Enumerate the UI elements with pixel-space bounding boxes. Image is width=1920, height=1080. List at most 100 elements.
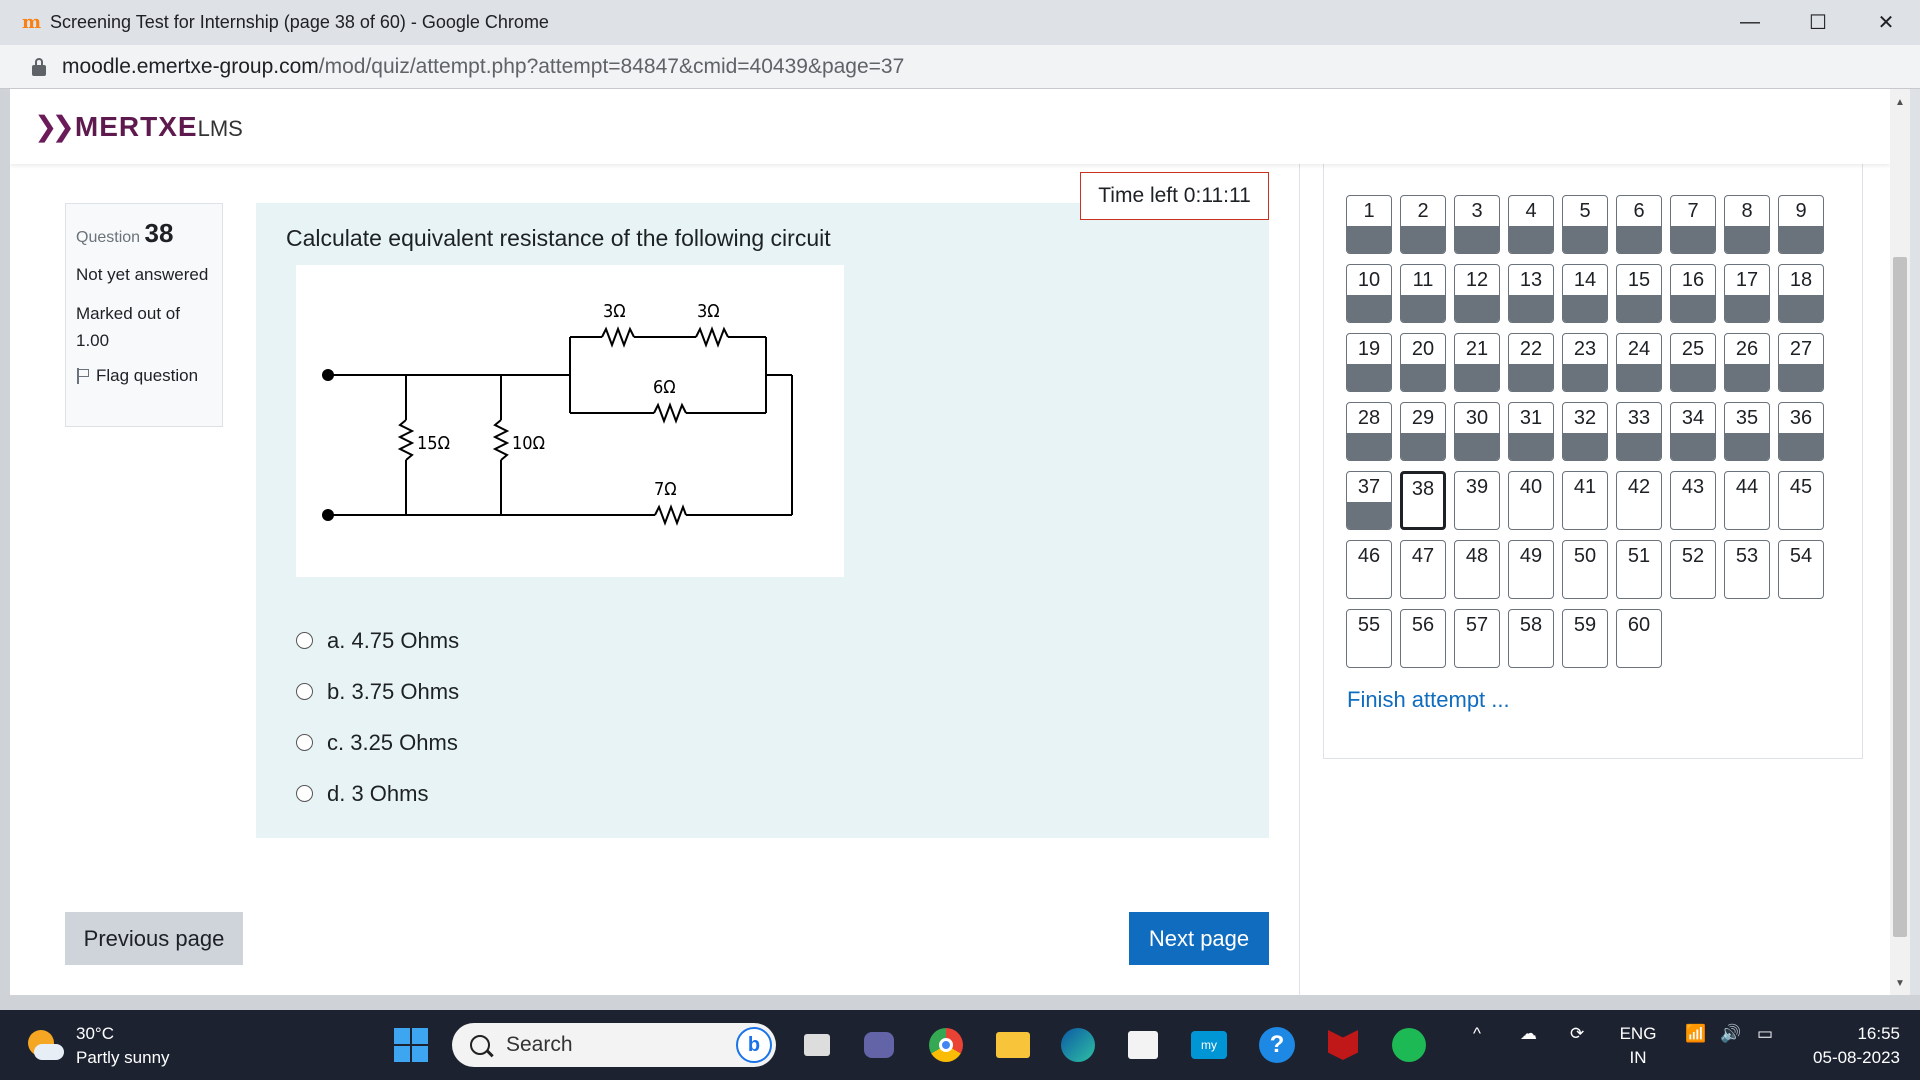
answer-option-d[interactable]: d. 3 Ohms bbox=[296, 768, 459, 819]
answer-option-b[interactable]: b. 3.75 Ohms bbox=[296, 666, 459, 717]
show-hidden-icons-chevron-icon[interactable]: ^ bbox=[1473, 1024, 1481, 1044]
quiz-nav-button[interactable]: 15 bbox=[1616, 264, 1662, 323]
quiz-nav-button[interactable]: 44 bbox=[1724, 471, 1770, 530]
quiz-nav-button[interactable]: 53 bbox=[1724, 540, 1770, 599]
quiz-nav-button[interactable]: 16 bbox=[1670, 264, 1716, 323]
file-explorer-icon[interactable] bbox=[992, 1024, 1034, 1066]
quiz-nav-button[interactable]: 29 bbox=[1400, 402, 1446, 461]
quiz-nav-button[interactable]: 23 bbox=[1562, 333, 1608, 392]
quiz-nav-button[interactable]: 58 bbox=[1508, 609, 1554, 668]
quiz-nav-button[interactable]: 38 bbox=[1400, 471, 1446, 530]
quiz-nav-button[interactable]: 19 bbox=[1346, 333, 1392, 392]
start-button[interactable] bbox=[390, 1024, 432, 1066]
weather-widget[interactable]: 30°C Partly sunny bbox=[26, 1022, 170, 1070]
address-bar[interactable]: moodle.emertxe-group.com/mod/quiz/attemp… bbox=[0, 45, 1920, 89]
wifi-icon[interactable]: 📶 bbox=[1685, 1024, 1706, 1044]
quiz-nav-button[interactable]: 57 bbox=[1454, 609, 1500, 668]
quiz-nav-button[interactable]: 47 bbox=[1400, 540, 1446, 599]
previous-page-button[interactable]: Previous page bbox=[65, 912, 243, 965]
onedrive-cloud-icon[interactable]: ☁ bbox=[1520, 1024, 1537, 1044]
quiz-nav-button[interactable]: 33 bbox=[1616, 402, 1662, 461]
answer-option-c[interactable]: c. 3.25 Ohms bbox=[296, 717, 459, 768]
quiz-nav-button[interactable]: 2 bbox=[1400, 195, 1446, 254]
volume-icon[interactable]: 🔊 bbox=[1720, 1024, 1741, 1044]
quiz-nav-button[interactable]: 50 bbox=[1562, 540, 1608, 599]
lock-icon[interactable] bbox=[32, 57, 46, 76]
quiz-nav-button[interactable]: 13 bbox=[1508, 264, 1554, 323]
task-view-icon[interactable] bbox=[796, 1024, 838, 1066]
radio-d[interactable] bbox=[296, 785, 313, 802]
quiz-nav-button[interactable]: 55 bbox=[1346, 609, 1392, 668]
quiz-nav-button[interactable]: 43 bbox=[1670, 471, 1716, 530]
quiz-nav-button[interactable]: 17 bbox=[1724, 264, 1770, 323]
quiz-nav-button[interactable]: 49 bbox=[1508, 540, 1554, 599]
quiz-nav-button[interactable]: 45 bbox=[1778, 471, 1824, 530]
quiz-nav-button[interactable]: 18 bbox=[1778, 264, 1824, 323]
quiz-nav-button[interactable]: 3 bbox=[1454, 195, 1500, 254]
quiz-nav-button[interactable]: 22 bbox=[1508, 333, 1554, 392]
quiz-nav-button[interactable]: 20 bbox=[1400, 333, 1446, 392]
minimize-button[interactable]: — bbox=[1716, 0, 1784, 45]
quiz-nav-button[interactable]: 52 bbox=[1670, 540, 1716, 599]
next-page-button[interactable]: Next page bbox=[1129, 912, 1269, 965]
language-indicator[interactable]: ENG IN bbox=[1618, 1022, 1658, 1070]
teams-chat-icon[interactable] bbox=[858, 1024, 900, 1066]
quiz-nav-button[interactable]: 8 bbox=[1724, 195, 1770, 254]
quiz-nav-button[interactable]: 54 bbox=[1778, 540, 1824, 599]
quiz-nav-button[interactable]: 27 bbox=[1778, 333, 1824, 392]
bing-icon[interactable]: b bbox=[736, 1027, 772, 1063]
quiz-nav-button[interactable]: 39 bbox=[1454, 471, 1500, 530]
microsoft-store-icon[interactable] bbox=[1122, 1024, 1164, 1066]
sync-icon[interactable]: ⟳ bbox=[1570, 1024, 1584, 1044]
quiz-nav-button[interactable]: 36 bbox=[1778, 402, 1824, 461]
system-clock[interactable]: 16:55 05-08-2023 bbox=[1790, 1022, 1900, 1070]
quiz-nav-button[interactable]: 24 bbox=[1616, 333, 1662, 392]
quiz-nav-button[interactable]: 14 bbox=[1562, 264, 1608, 323]
quiz-nav-button[interactable]: 4 bbox=[1508, 195, 1554, 254]
radio-b[interactable] bbox=[296, 683, 313, 700]
battery-icon[interactable]: ▭ bbox=[1757, 1024, 1773, 1044]
close-button[interactable]: ✕ bbox=[1852, 0, 1920, 45]
quiz-nav-button[interactable]: 6 bbox=[1616, 195, 1662, 254]
finish-attempt-link[interactable]: Finish attempt ... bbox=[1347, 687, 1510, 713]
quiz-nav-button[interactable]: 40 bbox=[1508, 471, 1554, 530]
quiz-nav-button[interactable]: 12 bbox=[1454, 264, 1500, 323]
radio-a[interactable] bbox=[296, 632, 313, 649]
quiz-nav-button[interactable]: 42 bbox=[1616, 471, 1662, 530]
quiz-nav-button[interactable]: 31 bbox=[1508, 402, 1554, 461]
url-text[interactable]: moodle.emertxe-group.com/mod/quiz/attemp… bbox=[62, 55, 904, 79]
answer-option-a[interactable]: a. 4.75 Ohms bbox=[296, 615, 459, 666]
quiz-nav-button[interactable]: 21 bbox=[1454, 333, 1500, 392]
taskbar-search[interactable]: Search b bbox=[452, 1023, 776, 1067]
quiz-nav-button[interactable]: 37 bbox=[1346, 471, 1392, 530]
quiz-nav-button[interactable]: 25 bbox=[1670, 333, 1716, 392]
quiz-nav-button[interactable]: 35 bbox=[1724, 402, 1770, 461]
quiz-nav-button[interactable]: 9 bbox=[1778, 195, 1824, 254]
radio-c[interactable] bbox=[296, 734, 313, 751]
quiz-nav-button[interactable]: 5 bbox=[1562, 195, 1608, 254]
quiz-nav-button[interactable]: 51 bbox=[1616, 540, 1662, 599]
quiz-nav-button[interactable]: 46 bbox=[1346, 540, 1392, 599]
quiz-nav-button[interactable]: 11 bbox=[1400, 264, 1446, 323]
flag-question-button[interactable]: Flag question bbox=[76, 366, 212, 386]
help-icon[interactable]: ? bbox=[1256, 1024, 1298, 1066]
scroll-up-icon[interactable]: ▲ bbox=[1895, 97, 1905, 108]
quiz-nav-button[interactable]: 34 bbox=[1670, 402, 1716, 461]
quiz-nav-button[interactable]: 32 bbox=[1562, 402, 1608, 461]
chrome-icon[interactable] bbox=[925, 1024, 967, 1066]
quiz-nav-button[interactable]: 7 bbox=[1670, 195, 1716, 254]
quiz-nav-button[interactable]: 26 bbox=[1724, 333, 1770, 392]
quiz-nav-button[interactable]: 28 bbox=[1346, 402, 1392, 461]
quiz-nav-button[interactable]: 48 bbox=[1454, 540, 1500, 599]
scrollbar-thumb[interactable] bbox=[1893, 257, 1907, 937]
quiz-nav-button[interactable]: 1 bbox=[1346, 195, 1392, 254]
scroll-down-icon[interactable]: ▼ bbox=[1895, 978, 1905, 989]
maximize-button[interactable]: ☐ bbox=[1784, 0, 1852, 45]
quiz-nav-button[interactable]: 60 bbox=[1616, 609, 1662, 668]
quiz-nav-button[interactable]: 59 bbox=[1562, 609, 1608, 668]
mcafee-icon[interactable] bbox=[1322, 1024, 1364, 1066]
quiz-nav-button[interactable]: 41 bbox=[1562, 471, 1608, 530]
edge-icon[interactable] bbox=[1057, 1024, 1099, 1066]
quiz-nav-button[interactable]: 30 bbox=[1454, 402, 1500, 461]
quiz-nav-button[interactable]: 56 bbox=[1400, 609, 1446, 668]
